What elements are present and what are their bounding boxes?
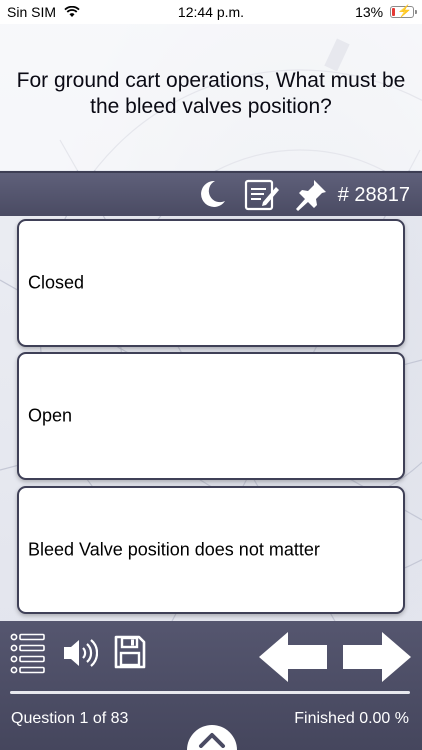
speaker-icon[interactable] <box>62 637 98 669</box>
battery-fill <box>392 8 395 16</box>
save-icon[interactable] <box>114 635 146 669</box>
arrow-left-icon[interactable] <box>258 631 328 683</box>
question-id: # 28817 <box>337 184 410 206</box>
battery-percent: 13% <box>355 4 384 20</box>
answer-option-3[interactable]: Bleed Valve position does not matter <box>17 486 405 614</box>
question-text: For ground cart operations, What must be… <box>16 69 406 118</box>
battery-group: 13% ⚡ <box>355 4 417 20</box>
question-toolbar: # 28817 <box>0 171 422 216</box>
notepad-icon[interactable] <box>244 178 280 212</box>
answer-option-2[interactable]: Open <box>17 352 405 480</box>
finished-percent: Finished 0.00 % <box>294 710 409 727</box>
arrow-right-icon[interactable] <box>342 631 412 683</box>
answer-label: Bleed Valve position does not matter <box>28 539 320 560</box>
answer-label: Open <box>28 405 73 426</box>
charging-bolt-icon: ⚡ <box>397 4 412 18</box>
question-panel: For ground cart operations, What must be… <box>0 24 422 170</box>
chevron-up-icon <box>199 733 225 748</box>
pushpin-icon[interactable] <box>293 178 329 212</box>
answer-option-1[interactable]: Closed <box>17 219 405 347</box>
list-icon[interactable] <box>10 632 46 674</box>
question-counter: Question 1 of 83 <box>11 710 129 727</box>
status-bar: Sin SIM 12:44 p.m. 13% ⚡ <box>0 0 422 24</box>
moon-icon[interactable] <box>196 178 228 210</box>
battery-icon: ⚡ <box>390 4 417 18</box>
progress-bar <box>10 691 410 694</box>
expand-panel-button[interactable] <box>187 725 237 750</box>
answer-label: Closed <box>28 272 85 293</box>
bottom-bar: Question 1 of 83 Finished 0.00 % <box>0 621 422 750</box>
